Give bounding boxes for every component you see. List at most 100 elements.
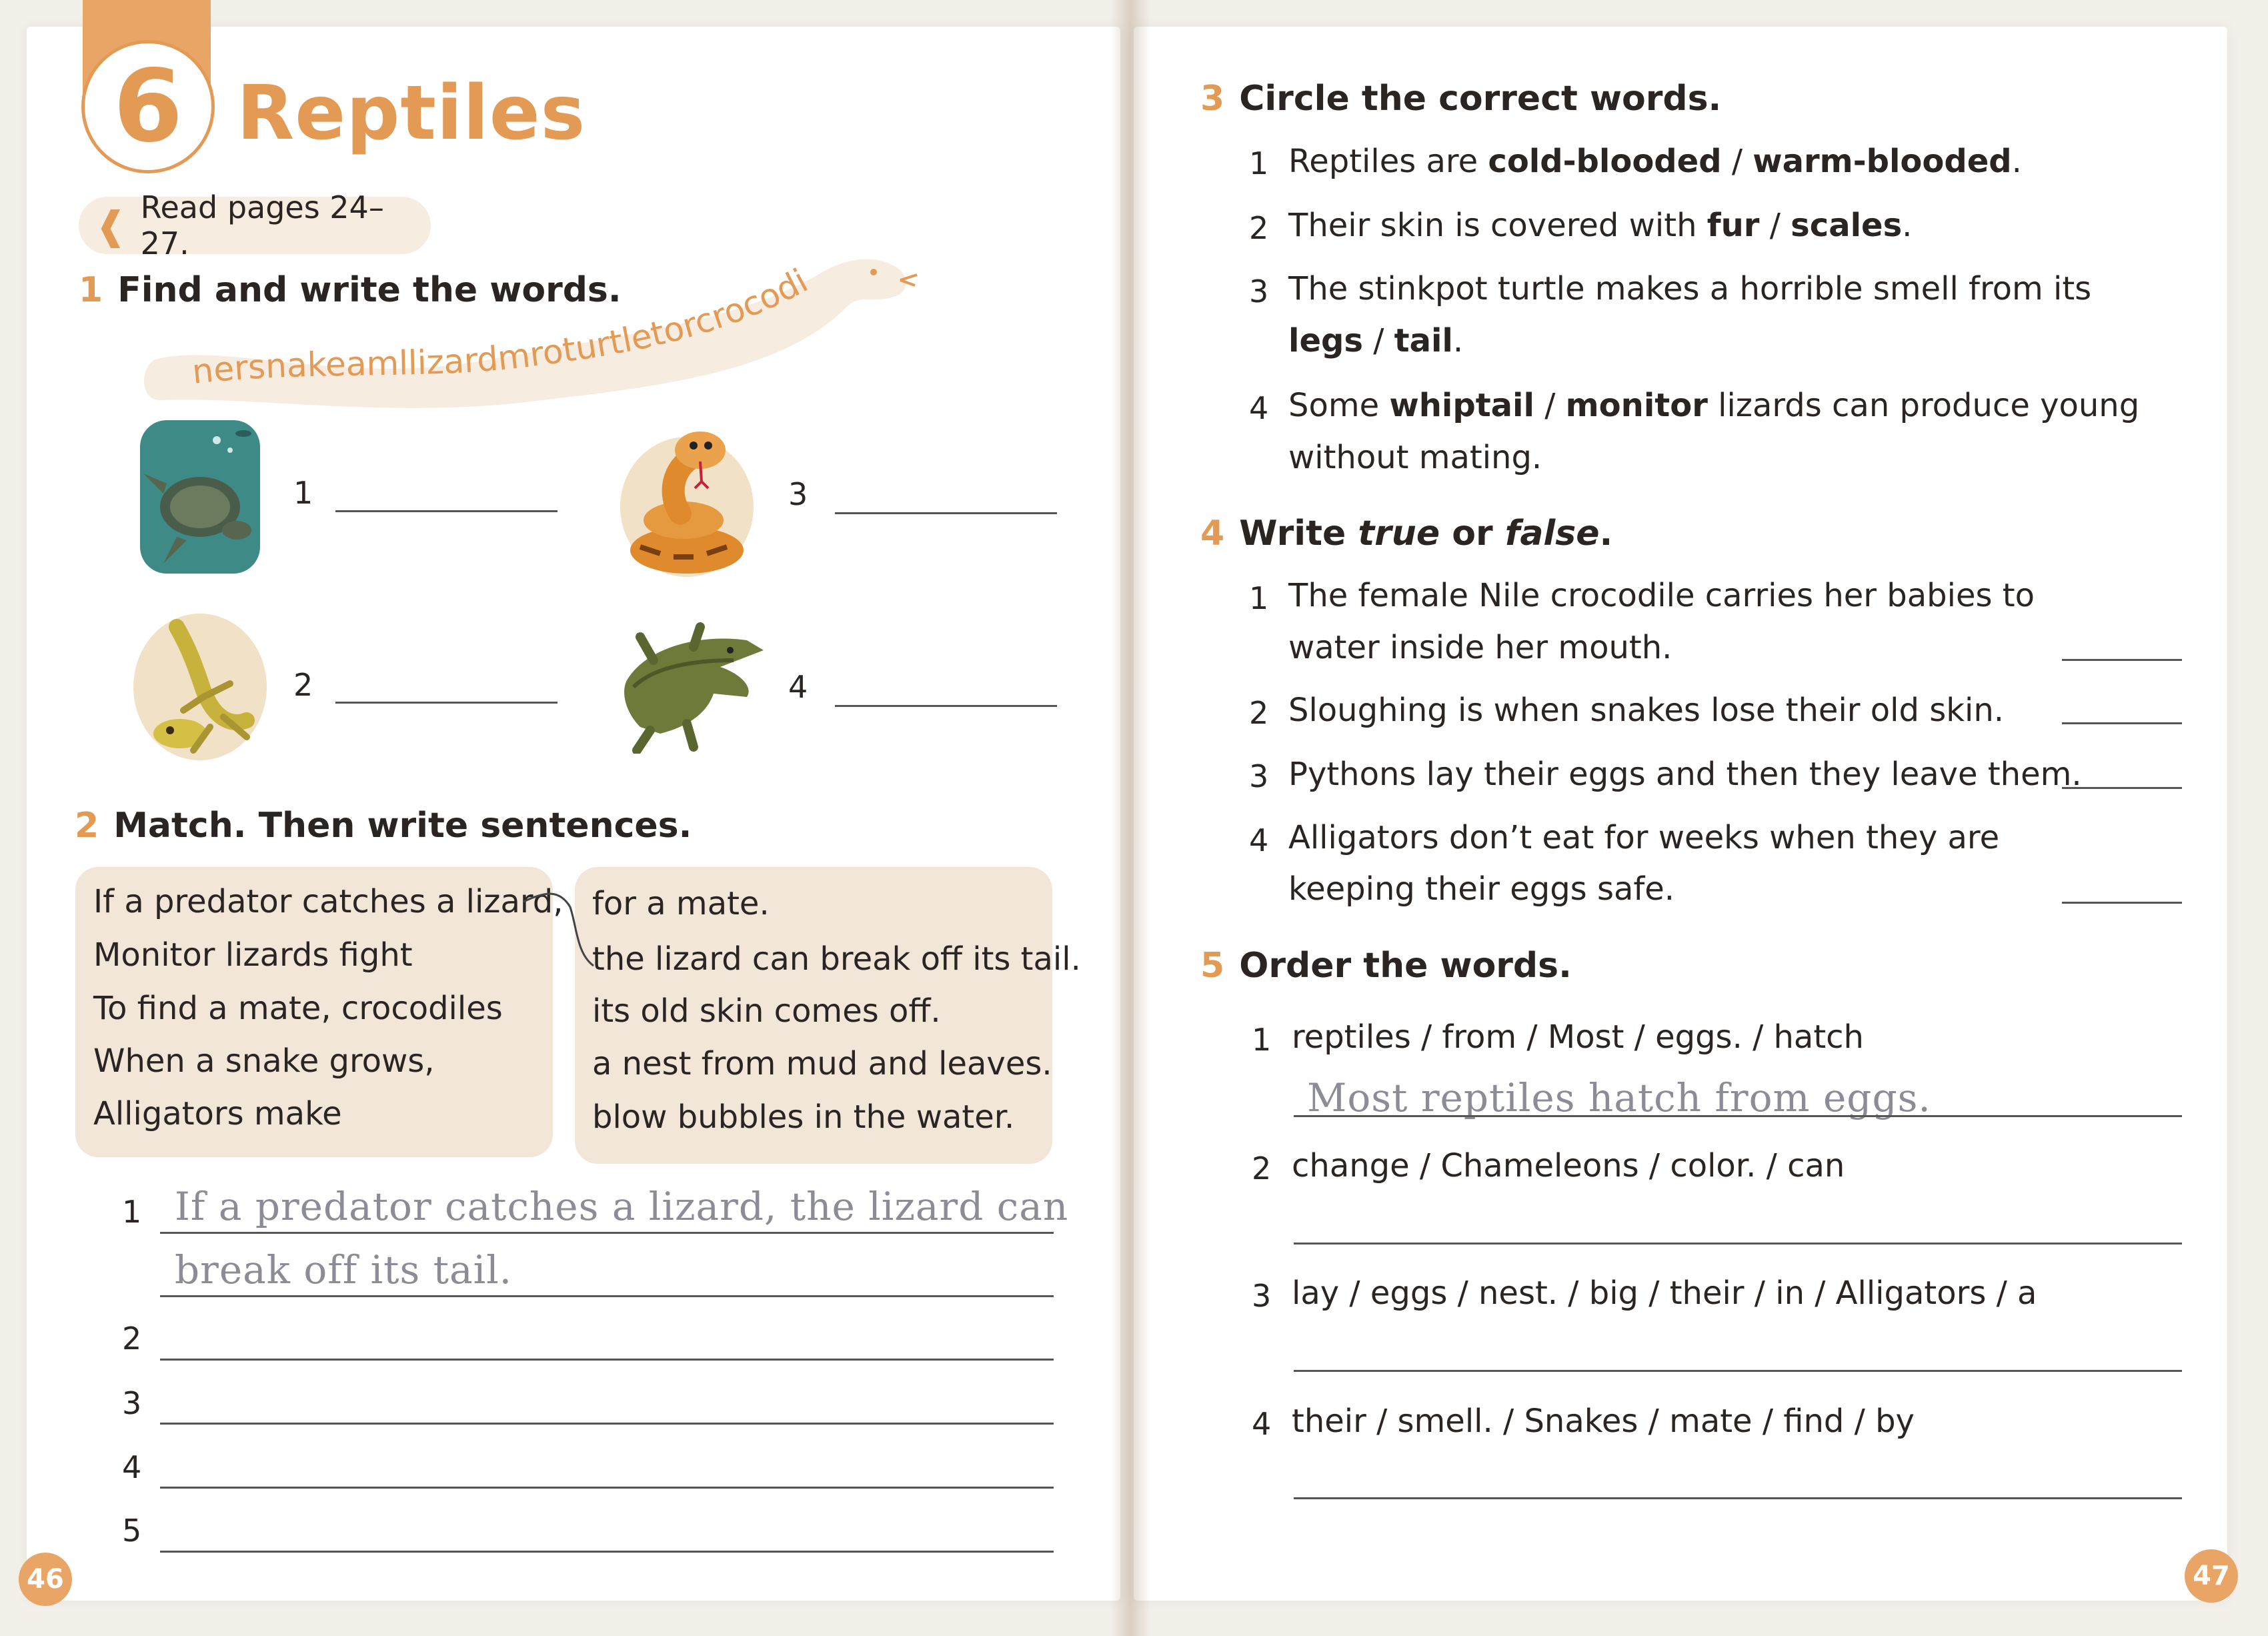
unit-number: 6 (113, 49, 183, 165)
read-pages-note: ❰ Read pages 24–27. (79, 189, 431, 261)
exercise-4-heading: 4 Write true or false. (1200, 514, 1612, 554)
picture-4-number: 4 (788, 669, 808, 705)
true-false-answer-3[interactable] (2062, 787, 2182, 789)
heading-part: . (1599, 514, 1613, 554)
item-number: 4 (1249, 390, 1269, 426)
exercise-number: 3 (1200, 79, 1225, 119)
sentence-number: 2 (122, 1321, 142, 1357)
snake-illustration (620, 432, 754, 577)
item-number: 2 (1249, 695, 1269, 731)
order-answer-line-4[interactable] (1294, 1497, 2182, 1499)
lizard-illustration (133, 614, 267, 760)
word-snake: nersnakeamllizardmroturtletorcrocodilert (140, 247, 918, 408)
circle-item-3: The stinkpot turtle makes a horrible sme… (1288, 270, 2092, 307)
circle-item-2: Their skin is covered with fur / scales. (1288, 207, 1913, 244)
true-false-item-2: Sloughing is when snakes lose their old … (1288, 692, 2005, 729)
true-false-item-1: The female Nile crocodile carries her ba… (1288, 577, 2035, 614)
book-gutter (1110, 0, 1150, 1636)
exercise-number: 2 (75, 806, 99, 846)
item-number: 4 (1252, 1406, 1272, 1442)
item-number: 4 (1249, 822, 1269, 858)
match-left-item[interactable]: To find a mate, crocodiles (93, 990, 503, 1027)
true-false-item-4-cont: keeping their eggs safe. (1288, 870, 1675, 908)
match-right-item[interactable]: blow bubbles in the water. (592, 1098, 1014, 1136)
true-false-answer-4[interactable] (2062, 902, 2182, 904)
item-number: 2 (1249, 210, 1269, 246)
item-number: 3 (1249, 758, 1269, 794)
answer-line-2[interactable] (335, 702, 557, 704)
true-false-answer-1[interactable] (2062, 659, 2182, 661)
true-false-item-3: Pythons lay their eggs and then they lea… (1288, 756, 2082, 793)
jumbled-words-2: change / Chameleons / color. / can (1292, 1147, 1845, 1184)
true-false-item-4: Alligators don’t eat for weeks when they… (1288, 819, 2000, 856)
heading-true: true (1358, 514, 1440, 554)
sentence-number: 4 (122, 1449, 142, 1485)
match-right-item[interactable]: its old skin comes off. (592, 992, 941, 1030)
true-false-item-1-cont: water inside her mouth. (1288, 629, 1672, 666)
sentence-line-5[interactable] (160, 1551, 1054, 1553)
option-word[interactable]: scales (1791, 207, 1902, 244)
handwritten-answer: Most reptiles hatch from eggs. (1307, 1075, 1931, 1120)
option-word[interactable]: legs (1288, 322, 1363, 359)
option-word[interactable]: fur (1707, 207, 1760, 244)
exercise-title: Match. Then write sentences. (113, 806, 692, 846)
jumbled-words-3: lay / eggs / nest. / big / their / in / … (1292, 1275, 2037, 1312)
sentence-line-4[interactable] (160, 1487, 1054, 1489)
sentence-number: 3 (122, 1385, 142, 1421)
page-number-right: 47 (2185, 1549, 2238, 1603)
match-left-item[interactable]: Monitor lizards fight (93, 936, 413, 974)
exercise-2-heading: 2 Match. Then write sentences. (75, 806, 692, 846)
circle-item-3-options: legs / tail. (1288, 322, 1464, 359)
sentence-line-1b[interactable] (160, 1295, 1054, 1297)
item-number: 3 (1249, 273, 1269, 309)
heading-part: or (1440, 514, 1505, 554)
crocodile-illustration (624, 622, 764, 754)
match-left-item[interactable]: When a snake grows, (93, 1042, 435, 1080)
picture-3-number: 3 (788, 476, 808, 512)
true-false-answer-2[interactable] (2062, 722, 2182, 724)
sentence-line-2[interactable] (160, 1359, 1054, 1361)
match-left-item[interactable]: If a predator catches a lizard, (93, 883, 563, 920)
picture-1-number: 1 (293, 475, 313, 511)
option-word[interactable]: monitor (1566, 387, 1708, 424)
turtle-illustration (140, 420, 260, 574)
order-answer-line-3[interactable] (1294, 1370, 2182, 1372)
answer-line-4[interactable] (835, 705, 1057, 707)
item-number: 3 (1252, 1278, 1272, 1314)
exercise-title: Order the words. (1239, 946, 1572, 986)
item-number: 1 (1252, 1022, 1272, 1058)
circle-item-4-cont: without mating. (1288, 439, 1542, 476)
item-number: 1 (1249, 580, 1269, 616)
sentence-line-3[interactable] (160, 1423, 1054, 1425)
handwritten-answer: break off its tail. (175, 1247, 513, 1293)
item-number: 1 (1249, 145, 1269, 181)
arrow-left-icon: ❰ (95, 203, 127, 248)
option-word[interactable]: cold-blooded (1488, 143, 1721, 180)
match-connector-line (523, 892, 594, 967)
sentence-number: 5 (122, 1513, 142, 1549)
exercise-number: 1 (79, 270, 103, 310)
exercise-number: 4 (1200, 514, 1225, 554)
match-right-item[interactable]: the lizard can break off its tail. (592, 940, 1081, 978)
page-number-left: 46 (19, 1553, 72, 1606)
match-left-item[interactable]: Alligators make (93, 1095, 342, 1132)
book-spread: 6 Reptiles ❰ Read pages 24–27. 1 Find and… (0, 0, 2268, 1636)
match-right-item[interactable]: for a mate. (592, 885, 770, 922)
heading-part: Write (1239, 514, 1358, 554)
jumbled-words-4: their / smell. / Snakes / mate / find / … (1292, 1403, 1915, 1440)
answer-line-3[interactable] (835, 512, 1057, 514)
option-word[interactable]: tail (1394, 322, 1453, 359)
match-right-item[interactable]: a nest from mud and leaves. (592, 1045, 1052, 1082)
order-answer-line-1[interactable] (1294, 1115, 2182, 1117)
option-word[interactable]: warm-blooded (1753, 143, 2011, 180)
circle-item-4: Some whiptail / monitor lizards can prod… (1288, 387, 2140, 424)
sentence-line-1a[interactable] (160, 1232, 1054, 1234)
answer-line-1[interactable] (335, 510, 557, 512)
order-answer-line-2[interactable] (1294, 1243, 2182, 1245)
option-word[interactable]: whiptail (1389, 387, 1534, 424)
exercise-title: Circle the correct words. (1239, 79, 1722, 119)
exercise-number: 5 (1200, 946, 1225, 986)
circle-item-1: Reptiles are cold-blooded / warm-blooded… (1288, 143, 2022, 180)
exercise-5-heading: 5 Order the words. (1200, 946, 1572, 986)
picture-2-number: 2 (293, 667, 313, 703)
